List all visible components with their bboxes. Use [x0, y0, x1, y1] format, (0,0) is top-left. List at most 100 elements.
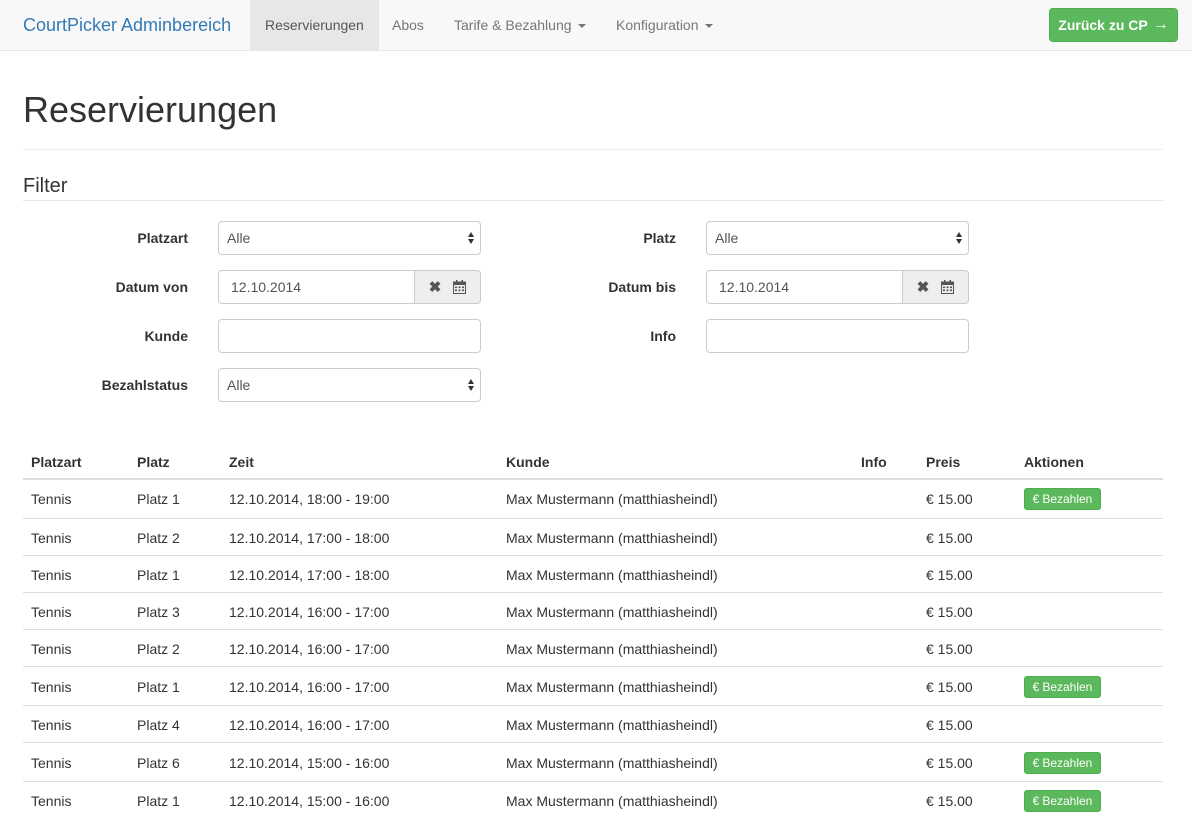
euro-icon: € [1032, 492, 1040, 506]
filter-heading: Filter [23, 175, 68, 197]
cell-preis: € 15.00 [926, 604, 973, 620]
datum-bis-value: 12.10.2014 [719, 279, 790, 295]
select-arrows-icon [468, 378, 474, 392]
cell-zeit: 12.10.2014, 15:00 - 16:00 [229, 793, 390, 809]
cell-preis: € 15.00 [926, 491, 973, 507]
cell-platzart: Tennis [31, 567, 72, 583]
bezahlstatus-value: Alle [227, 377, 251, 393]
title-divider [23, 149, 1163, 150]
platz-select[interactable]: Alle [706, 221, 969, 255]
date-addon: ✖ [414, 271, 480, 303]
cell-kunde: Max Mustermann (matthiasheindl) [506, 604, 718, 620]
bezahlstatus-label: Bezahlstatus [101, 377, 188, 393]
cell-platzart: Tennis [31, 641, 72, 657]
back-button-label: Zurück zu CP [1058, 17, 1148, 33]
select-arrows-icon [468, 231, 474, 245]
datum-von-input[interactable]: 12.10.2014 ✖ [218, 270, 481, 304]
info-input[interactable] [706, 319, 969, 353]
euro-icon: € [1032, 680, 1040, 694]
pay-button[interactable]: € Bezahlen [1024, 676, 1101, 698]
cell-zeit: 12.10.2014, 17:00 - 18:00 [229, 567, 390, 583]
cell-zeit: 12.10.2014, 16:00 - 17:00 [229, 604, 390, 620]
cell-preis: € 15.00 [926, 641, 973, 657]
table-row: Tennis Platz 1 12.10.2014, 18:00 - 19:00 Ma… [23, 479, 1163, 518]
nav-item-konfiguration[interactable]: Konfiguration [601, 0, 728, 50]
table-row: Tennis Platz 2 12.10.2014, 16:00 - 17:00 Ma… [23, 629, 1163, 666]
info-label: Info [650, 328, 676, 344]
platzart-value: Alle [227, 230, 251, 246]
cell-platz: Platz 2 [137, 530, 180, 546]
cell-kunde: Max Mustermann (matthiasheindl) [506, 530, 718, 546]
caret-down-icon [704, 24, 713, 29]
clear-icon[interactable]: ✖ [917, 280, 930, 295]
table-header: Platzart Platz Zeit Kunde Info Preis Akt… [23, 440, 1163, 480]
cell-platzart: Tennis [31, 530, 72, 546]
table-row: Tennis Platz 3 12.10.2014, 16:00 - 17:00 Ma… [23, 592, 1163, 629]
brand-link[interactable]: CourtPicker Adminbereich [23, 14, 231, 36]
table-row: Tennis Platz 1 12.10.2014, 16:00 - 17:00 Ma… [23, 666, 1163, 705]
calendar-icon[interactable] [941, 280, 955, 294]
platz-value: Alle [715, 230, 739, 246]
cell-platz: Platz 1 [137, 793, 180, 809]
cell-zeit: 12.10.2014, 16:00 - 17:00 [229, 717, 390, 733]
pay-button-label: Bezahlen [1042, 680, 1093, 694]
cell-platz: Platz 3 [137, 604, 180, 620]
table-row: Tennis Platz 2 12.10.2014, 17:00 - 18:00 Ma… [23, 518, 1163, 555]
cell-platz: Platz 1 [137, 679, 180, 695]
cell-zeit: 12.10.2014, 15:00 - 16:00 [229, 755, 390, 771]
pay-button-label: Bezahlen [1042, 492, 1093, 506]
select-arrows-icon [956, 231, 962, 245]
cell-preis: € 15.00 [926, 717, 973, 733]
platzart-select[interactable]: Alle [218, 221, 481, 255]
cell-platz: Platz 4 [137, 717, 180, 733]
calendar-icon[interactable] [453, 280, 467, 294]
page-title: Reservierungen [23, 89, 278, 130]
cell-platzart: Tennis [31, 755, 72, 771]
cell-platz: Platz 1 [137, 491, 180, 507]
cell-kunde: Max Mustermann (matthiasheindl) [506, 679, 718, 695]
pay-button[interactable]: € Bezahlen [1024, 488, 1101, 510]
nav-item-tarife-bezahlung[interactable]: Tarife & Bezahlung [439, 0, 601, 50]
datum-von-value: 12.10.2014 [231, 279, 302, 295]
datum-bis-input[interactable]: 12.10.2014 ✖ [706, 270, 969, 304]
back-to-cp-button[interactable]: Zurück zu CP → [1049, 8, 1178, 42]
cell-preis: € 15.00 [926, 755, 973, 771]
datum-bis-label: Datum bis [608, 279, 676, 295]
cell-preis: € 15.00 [926, 567, 973, 583]
cell-platzart: Tennis [31, 604, 72, 620]
cell-platz: Platz 6 [137, 755, 180, 771]
table-row: Tennis Platz 4 12.10.2014, 16:00 - 17:00 Ma… [23, 705, 1163, 742]
column-header-kunde: Kunde [506, 454, 550, 470]
nav-item-abos[interactable]: Abos [377, 0, 439, 50]
clear-icon[interactable]: ✖ [429, 280, 442, 295]
kunde-input[interactable] [218, 319, 481, 353]
cell-zeit: 12.10.2014, 17:00 - 18:00 [229, 530, 390, 546]
cell-platzart: Tennis [31, 793, 72, 809]
nav-item-label: Reservierungen [265, 17, 364, 33]
cell-kunde: Max Mustermann (matthiasheindl) [506, 567, 718, 583]
nav-item-label: Abos [392, 17, 424, 33]
date-addon: ✖ [902, 271, 968, 303]
column-header-info: Info [861, 454, 887, 470]
table-row: Tennis Platz 1 12.10.2014, 15:00 - 16:00 Ma… [23, 781, 1163, 819]
cell-preis: € 15.00 [926, 679, 973, 695]
cell-kunde: Max Mustermann (matthiasheindl) [506, 793, 718, 809]
cell-kunde: Max Mustermann (matthiasheindl) [506, 641, 718, 657]
nav-item-reservierungen[interactable]: Reservierungen [250, 0, 379, 50]
pay-button[interactable]: € Bezahlen [1024, 752, 1101, 774]
cell-zeit: 12.10.2014, 16:00 - 17:00 [229, 641, 390, 657]
column-header-zeit: Zeit [229, 454, 254, 470]
cell-kunde: Max Mustermann (matthiasheindl) [506, 717, 718, 733]
cell-preis: € 15.00 [926, 793, 973, 809]
cell-platzart: Tennis [31, 717, 72, 733]
cell-platzart: Tennis [31, 679, 72, 695]
nav-item-label: Tarife & Bezahlung [454, 17, 572, 33]
column-header-platzart: Platzart [31, 454, 82, 470]
top-navbar: CourtPicker Adminbereich Reservierungen … [0, 0, 1192, 51]
filter-divider [23, 200, 1163, 201]
table-row: Tennis Platz 1 12.10.2014, 17:00 - 18:00 Ma… [23, 555, 1163, 592]
pay-button[interactable]: € Bezahlen [1024, 790, 1101, 812]
euro-icon: € [1032, 756, 1040, 770]
column-header-platz: Platz [137, 454, 170, 470]
bezahlstatus-select[interactable]: Alle [218, 368, 481, 402]
